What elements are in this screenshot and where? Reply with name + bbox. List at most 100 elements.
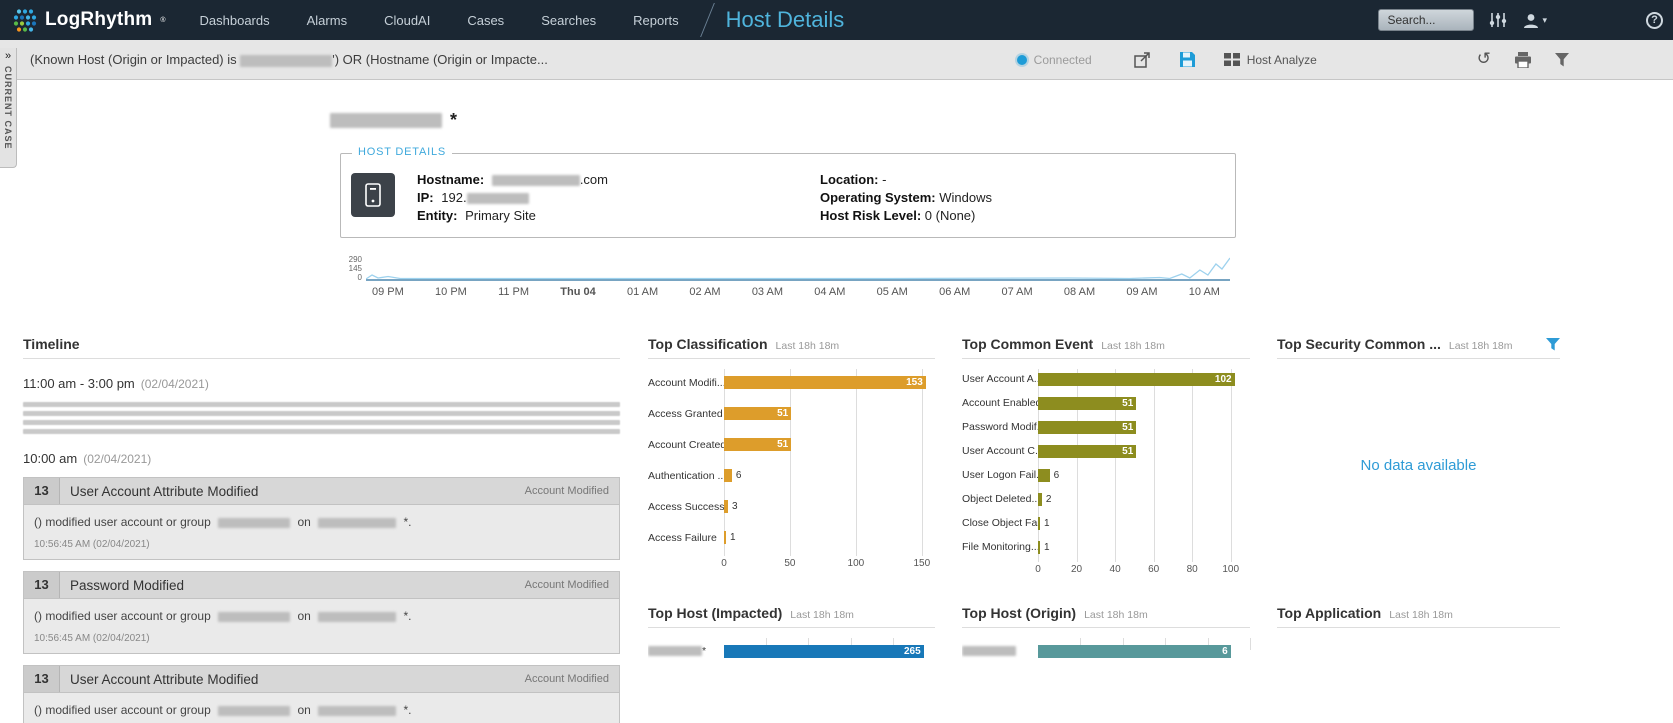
bar-row[interactable]: 51 [1038, 391, 1250, 415]
connection-status: Connected [1017, 53, 1092, 67]
entity-row: Entity: Primary Site [417, 207, 820, 225]
bar[interactable]: 51 [724, 407, 791, 420]
tick-label: 09 AM [1126, 286, 1157, 298]
panel-filter-icon[interactable] [1546, 338, 1560, 351]
bar[interactable]: 6 [1038, 645, 1231, 658]
redacted-category [648, 646, 702, 656]
search-input[interactable]: Search... [1378, 9, 1474, 31]
nav-item-cases[interactable]: Cases [467, 13, 504, 28]
logrhythm-logo[interactable]: LogRhythm® [12, 7, 166, 33]
timeline-event-card[interactable]: 13 User Account Attribute Modified Accou… [23, 477, 620, 560]
redacted-target [318, 706, 396, 716]
user-menu[interactable]: ▾ [1522, 12, 1547, 29]
redacted-account [218, 706, 290, 716]
bar-category-label: Object Deleted... [962, 487, 1038, 511]
timeline-event-card[interactable]: 13 Password Modified Account Modified ()… [23, 571, 620, 654]
nav-item-cloudai[interactable]: CloudAI [384, 13, 430, 28]
expand-icon[interactable]: » [5, 49, 11, 63]
bar-value: 1 [1044, 542, 1050, 553]
bar-row[interactable]: 51 [1038, 439, 1250, 463]
bar-value: 6 [1219, 646, 1231, 657]
sparkline-plot [366, 256, 1230, 282]
tick-label: 03 AM [752, 286, 783, 298]
main-nav: Dashboards Alarms CloudAI Cases Searches Repo… [200, 13, 679, 28]
top-nav-bar: LogRhythm® Dashboards Alarms CloudAI Cases S… [0, 0, 1673, 40]
bar-category-label: * [648, 636, 724, 666]
bar[interactable]: 153 [724, 376, 926, 389]
panel-title: Top Security Common ... [1277, 336, 1441, 352]
bar-row[interactable]: 1 [724, 522, 935, 553]
os-row: Operating System: Windows [820, 189, 1235, 207]
sliders-icon[interactable] [1489, 12, 1507, 28]
tick-label: 50 [784, 558, 795, 569]
event-title: User Account Attribute Modified [70, 484, 258, 499]
user-icon [1522, 12, 1540, 29]
risk-row: Host Risk Level: 0 (None) [820, 207, 1235, 225]
bar[interactable]: 51 [1038, 445, 1136, 458]
bar-row[interactable]: 265 [724, 636, 935, 666]
common-event-bar-chart: User Account A...Account EnabledPassword… [962, 367, 1250, 578]
host-details-label: HOST DETAILS [352, 146, 452, 158]
bar-row[interactable]: 51 [724, 429, 935, 460]
save-search-button[interactable] [1179, 51, 1196, 68]
tick-label: 06 AM [939, 286, 970, 298]
tick-label: 11 PM [498, 286, 529, 298]
tick-label: 08 AM [1064, 286, 1095, 298]
nav-item-dashboards[interactable]: Dashboards [200, 13, 270, 28]
bar[interactable] [1038, 469, 1050, 482]
open-in-new-button[interactable] [1134, 52, 1151, 68]
nav-item-alarms[interactable]: Alarms [307, 13, 347, 28]
current-case-tab[interactable]: » CURRENT CASE [0, 48, 17, 168]
bar-row[interactable]: 102 [1038, 367, 1250, 391]
bar[interactable] [724, 500, 728, 513]
collapsed-events-stripes[interactable] [23, 402, 620, 434]
bar-row[interactable]: 153 [724, 367, 935, 398]
bar-value: 153 [903, 377, 926, 388]
undo-icon[interactable]: ↺ [1477, 51, 1491, 68]
help-icon[interactable]: ? [1646, 12, 1663, 29]
ip-row: IP: 192. [417, 189, 820, 207]
bar-row[interactable]: 6 [1038, 636, 1250, 666]
connected-dot-icon [1017, 55, 1027, 65]
redacted-target [318, 518, 396, 528]
bar[interactable]: 51 [724, 438, 791, 451]
bar[interactable]: 51 [1038, 421, 1136, 434]
bar[interactable] [724, 469, 732, 482]
bar[interactable]: 102 [1038, 373, 1235, 386]
bar[interactable] [724, 531, 726, 544]
bar-row[interactable]: 1 [1038, 535, 1250, 559]
bar[interactable]: 51 [1038, 397, 1136, 410]
filter-icon[interactable] [1555, 53, 1569, 67]
bar-row[interactable]: 51 [724, 398, 935, 429]
bar-row[interactable]: 1 [1038, 511, 1250, 535]
bar-row[interactable]: 6 [1038, 463, 1250, 487]
top-application-panel: Top Application Last 18h 18m [1277, 605, 1560, 723]
host-icon [351, 173, 395, 217]
top-common-event-panel: Top Common Event Last 18h 18m User Accou… [962, 336, 1250, 605]
print-icon[interactable] [1514, 52, 1532, 68]
bar-category-label: User Account A... [962, 367, 1038, 391]
redacted-ip [467, 193, 529, 204]
bar[interactable] [1038, 541, 1040, 554]
bar-row[interactable]: 6 [724, 460, 935, 491]
bar-row[interactable]: 2 [1038, 487, 1250, 511]
bar-category-label: Close Object Fai... [962, 511, 1038, 535]
event-body: () modified user account or group on *. [24, 693, 619, 717]
nav-item-searches[interactable]: Searches [541, 13, 596, 28]
top-host-origin-panel: Top Host (Origin) Last 18h 18m 6 [962, 605, 1250, 723]
panel-timespan: Last 18h 18m [1449, 340, 1513, 352]
host-analyze-button[interactable]: Host Analyze [1224, 53, 1317, 67]
redacted-host-value [240, 55, 332, 67]
panel-timespan: Last 18h 18m [790, 609, 854, 621]
nav-item-reports[interactable]: Reports [633, 13, 679, 28]
bar[interactable]: 265 [724, 645, 924, 658]
logrhythm-dots-icon [12, 7, 38, 33]
redacted-host-name [330, 113, 442, 128]
timeline-event-card[interactable]: 13 User Account Attribute Modified Accou… [23, 665, 620, 723]
tick-label: 80 [1187, 564, 1198, 575]
bar-row[interactable]: 3 [724, 491, 935, 522]
x-axis: 050100150 [724, 556, 935, 572]
bar[interactable] [1038, 493, 1042, 506]
bar[interactable] [1038, 517, 1040, 530]
bar-row[interactable]: 51 [1038, 415, 1250, 439]
